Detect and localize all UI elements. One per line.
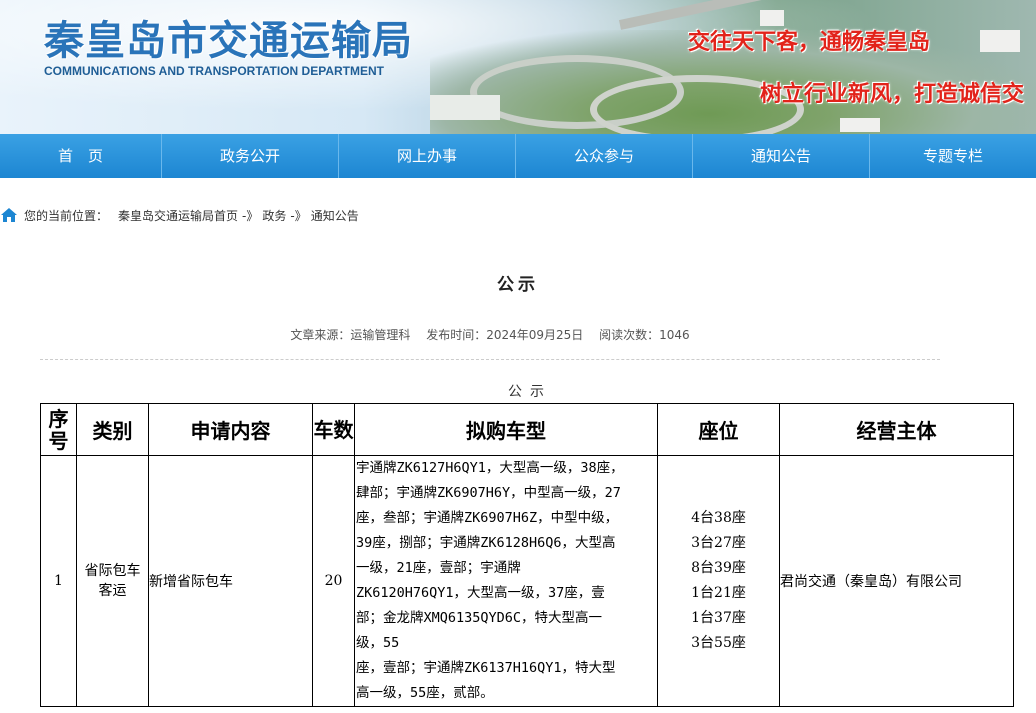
breadcrumb-link-notices[interactable]: 通知公告: [311, 207, 359, 224]
model-line: ZK6120H76QY1，大型高一级，37座，壹: [356, 585, 605, 601]
nav-item-special-topics[interactable]: 专题专栏: [870, 134, 1036, 178]
nav-item-home[interactable]: 首 页: [0, 134, 162, 178]
breadcrumb-link-affairs[interactable]: 政务: [262, 207, 286, 224]
banner-slogan: 树立行业新风，打造诚信交: [760, 82, 1025, 107]
banner-building: [840, 118, 880, 132]
column-header-operator: 经营主体: [779, 403, 1014, 456]
column-header-count: 车数: [312, 403, 355, 456]
breadcrumb: 您的当前位置： 秦皇岛交通运输局首页 -》 政务 -》 通知公告: [0, 205, 359, 225]
article-source: 文章来源：运输管理科: [290, 328, 411, 342]
article-subtitle: 公示: [508, 384, 552, 400]
nav-item-government-affairs[interactable]: 政务公开: [162, 134, 339, 178]
model-line: 高一级，55座，贰部。: [356, 685, 494, 701]
banner-building: [980, 30, 1020, 52]
model-line: 宇通牌ZK6127H6QY1，大型高一级，38座，: [356, 460, 624, 476]
cell-no: 1: [40, 455, 77, 707]
site-title-english: COMMUNICATIONS AND TRANSPORTATION DEPART…: [44, 64, 384, 78]
seat-line: 4台38座: [691, 510, 746, 526]
main-nav: 首 页 政务公开 网上办事 公众参与 通知公告 专题专栏: [0, 134, 1036, 178]
column-header-category: 类别: [76, 403, 149, 456]
breadcrumb-link-home[interactable]: 秦皇岛交通运输局首页: [118, 207, 238, 224]
banner-building: [430, 95, 500, 120]
article-meta: 文章来源：运输管理科 发布时间：2024年09月25日 阅读次数：1046: [0, 326, 980, 343]
breadcrumb-separator: -》: [290, 208, 307, 223]
header-banner: 秦皇岛市交通运输局 COMMUNICATIONS AND TRANSPORTAT…: [0, 0, 1036, 134]
cell-count: 20: [312, 455, 355, 707]
site-title: 秦皇岛市交通运输局: [44, 18, 413, 64]
seat-line: 1台37座: [691, 610, 746, 626]
divider: [40, 359, 940, 360]
seat-line: 3台55座: [691, 635, 746, 651]
banner-slogan: 交往天下客，通畅秦皇岛: [688, 30, 931, 55]
model-line: 一级，21座，壹部；宇通牌: [356, 560, 521, 576]
seat-line: 3台27座: [691, 535, 746, 551]
model-line: 肆部；宇通牌ZK6907H6Y，中型高一级，27: [356, 485, 621, 501]
article-publish-date: 发布时间：2024年09月25日: [426, 328, 584, 342]
table-header-row: 序号 类别 申请内容 车数 拟购车型 座位 经营主体: [40, 403, 1014, 456]
breadcrumb-prefix: 您的当前位置：: [24, 208, 109, 223]
breadcrumb-separator: -》: [242, 208, 259, 223]
article-view-count: 阅读次数：1046: [599, 328, 690, 342]
cell-category: 省际包车客运: [76, 455, 149, 707]
model-line: 部；金龙牌XMQ6135QYD6C，特大型高一: [356, 610, 603, 626]
model-line: 座，壹部；宇通牌ZK6137H16QY1，特大型: [356, 660, 616, 676]
cell-operator: 君尚交通（秦皇岛）有限公司: [779, 455, 1014, 707]
column-header-seats: 座位: [657, 403, 780, 456]
column-header-models: 拟购车型: [354, 403, 658, 456]
article-title: 公示: [497, 275, 539, 295]
model-line: 座，叁部；宇通牌ZK6907H6Z，中型中级，: [356, 510, 619, 526]
model-line: 级，55: [356, 635, 400, 651]
column-header-content: 申请内容: [148, 403, 313, 456]
nav-item-notices[interactable]: 通知公告: [693, 134, 870, 178]
table-row: 1 省际包车客运 新增省际包车 20 宇通牌ZK6127H6QY1，大型高一级，…: [40, 455, 1014, 707]
home-icon: [1, 208, 17, 222]
seat-line: 8台39座: [691, 560, 746, 576]
model-line: 39座，捌部；宇通牌ZK6128H6Q6，大型高: [356, 535, 616, 551]
cell-seats: 4台38座 3台27座 8台39座 1台21座 1台37座 3台55座: [657, 455, 780, 707]
column-header-no: 序号: [40, 403, 77, 456]
cell-content: 新增省际包车: [148, 455, 313, 707]
nav-item-public-participation[interactable]: 公众参与: [516, 134, 693, 178]
nav-item-online-services[interactable]: 网上办事: [339, 134, 516, 178]
notice-table: 序号 类别 申请内容 车数 拟购车型 座位 经营主体 1 省际包车客运 新增省际…: [40, 403, 1014, 707]
seat-line: 1台21座: [691, 585, 746, 601]
cell-models: 宇通牌ZK6127H6QY1，大型高一级，38座， 肆部；宇通牌ZK6907H6…: [354, 455, 658, 707]
